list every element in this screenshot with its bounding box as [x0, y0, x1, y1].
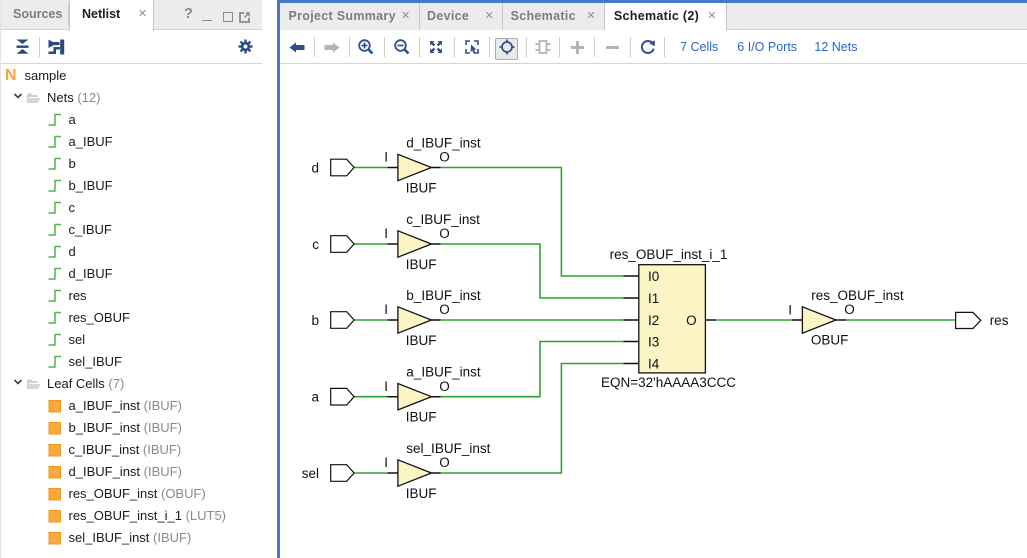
svg-text:d_IBUF_inst: d_IBUF_inst: [406, 135, 481, 150]
svg-text:OBUF: OBUF: [810, 332, 848, 347]
svg-text:O: O: [686, 313, 697, 328]
svg-text:d: d: [311, 160, 319, 175]
svg-text:O: O: [439, 379, 450, 394]
svg-text:c: c: [312, 237, 319, 252]
svg-text:O: O: [439, 455, 450, 470]
svg-text:IBUF: IBUF: [405, 333, 436, 348]
svg-text:O: O: [439, 302, 450, 317]
svg-text:res_OBUF_inst: res_OBUF_inst: [811, 288, 904, 303]
svg-text:I: I: [384, 302, 388, 317]
svg-text:IBUF: IBUF: [405, 180, 436, 195]
svg-text:I: I: [384, 455, 388, 470]
svg-text:IBUF: IBUF: [405, 257, 436, 272]
svg-text:a: a: [311, 390, 319, 405]
svg-text:I2: I2: [648, 313, 659, 328]
svg-text:O: O: [439, 150, 450, 165]
svg-text:b: b: [311, 313, 319, 328]
svg-text:IBUF: IBUF: [405, 486, 436, 501]
svg-text:sel: sel: [301, 466, 318, 481]
svg-text:res_OBUF_inst_i_1: res_OBUF_inst_i_1: [609, 247, 727, 262]
svg-text:sel_IBUF_inst: sel_IBUF_inst: [406, 441, 490, 456]
svg-text:EQN=32'hAAAA3CCC: EQN=32'hAAAA3CCC: [600, 375, 735, 390]
svg-text:I4: I4: [648, 356, 660, 371]
svg-text:O: O: [439, 226, 450, 241]
svg-text:I: I: [384, 226, 388, 241]
svg-text:IBUF: IBUF: [405, 410, 436, 425]
svg-text:c_IBUF_inst: c_IBUF_inst: [406, 212, 480, 227]
svg-text:I3: I3: [648, 334, 659, 349]
svg-text:I: I: [384, 379, 388, 394]
svg-text:O: O: [844, 302, 855, 317]
svg-text:res: res: [989, 313, 1008, 328]
svg-text:I: I: [788, 303, 792, 318]
svg-text:I1: I1: [648, 291, 659, 306]
svg-text:I: I: [384, 150, 388, 165]
svg-text:a_IBUF_inst: a_IBUF_inst: [406, 365, 481, 380]
svg-text:I0: I0: [648, 269, 659, 284]
svg-text:b_IBUF_inst: b_IBUF_inst: [406, 288, 481, 303]
